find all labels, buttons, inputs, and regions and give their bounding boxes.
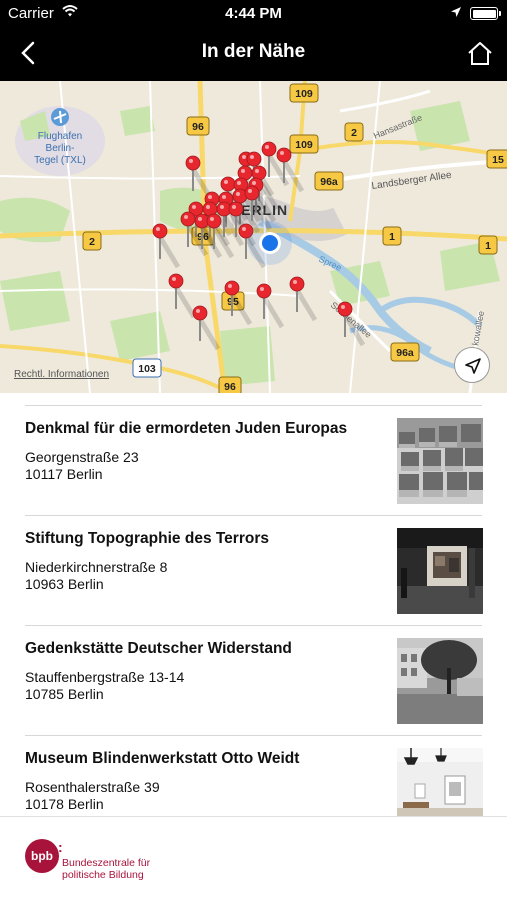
page-title: In der Nähe (201, 41, 306, 62)
list-item[interactable]: Gedenkstätte Deutscher Widerstand Stauff… (0, 625, 507, 736)
airport-label-line3: Tegel (TXL) (34, 155, 86, 166)
place-city: 10963 Berlin (25, 576, 104, 592)
map-view[interactable]: Flughafen Berlin- Tegel (TXL) Hansastraß… (0, 81, 507, 393)
airport-label-line1: Flughafen (38, 131, 82, 142)
svg-text:103: 103 (138, 363, 156, 375)
svg-text:96: 96 (224, 381, 236, 393)
place-city: 10178 Berlin (25, 796, 104, 812)
svg-text:109: 109 (295, 88, 313, 100)
place-name: Denkmal für die ermordeten Juden Europas (25, 420, 348, 437)
location-services-icon (450, 5, 462, 22)
svg-text:2: 2 (351, 127, 357, 139)
place-street: Georgenstraße 23 (25, 449, 139, 465)
place-street: Niederkirchnerstraße 8 (25, 559, 168, 575)
road-badge: 109 (289, 134, 319, 154)
svg-text:96: 96 (192, 121, 204, 133)
bpb-logo-text: Bundeszentrale für politische Bildung (62, 857, 150, 881)
place-thumbnail (397, 638, 483, 724)
road-badge: 2 (344, 122, 364, 142)
battery-tip (499, 11, 501, 16)
place-street: Rosenthalerstraße 39 (25, 779, 160, 795)
place-name: Museum Blindenwerkstatt Otto Weidt (25, 750, 300, 767)
bpb-logo-line1: Bundeszentrale für (62, 857, 151, 869)
svg-text:1: 1 (389, 231, 395, 243)
clock: 4:44 PM (225, 5, 282, 22)
road-badge: 2 (82, 231, 102, 251)
map-canvas: Flughafen Berlin- Tegel (TXL) Hansastraß… (0, 81, 507, 393)
bpb-logo-colon: : (58, 839, 63, 855)
place-name: Gedenkstätte Deutscher Widerstand (25, 640, 292, 657)
place-name: Stiftung Topographie des Terrors (25, 530, 269, 547)
airport-icon (51, 108, 69, 126)
navigation-bar: In der Nähe (0, 26, 507, 81)
svg-text:109: 109 (295, 139, 313, 151)
place-thumbnail (397, 418, 483, 504)
home-icon[interactable] (466, 40, 494, 68)
road-badge: 109 (289, 83, 319, 103)
svg-text:1: 1 (485, 240, 491, 252)
road-badge: 96 (218, 376, 242, 393)
road-badge: 96a (390, 342, 420, 362)
road-badge: 1 (382, 226, 402, 246)
airport-label-line2: Berlin- (46, 143, 75, 154)
footer: bpb : Bundeszentrale für politische Bild… (0, 816, 507, 900)
place-thumbnail (397, 528, 483, 614)
road-badge: 103 (132, 358, 162, 378)
place-city: 10785 Berlin (25, 686, 104, 702)
bpb-logo-line2: politische Bildung (62, 869, 144, 881)
location-arrow-icon[interactable] (454, 347, 490, 383)
svg-text:2: 2 (89, 236, 95, 248)
list-item[interactable]: Stiftung Topographie des Terrors Niederk… (0, 515, 507, 626)
place-street: Stauffenbergstraße 13-14 (25, 669, 185, 685)
battery-icon (470, 7, 498, 20)
road-badge: 1 (478, 235, 498, 255)
bpb-logo: bpb (25, 839, 59, 873)
svg-text:96a: 96a (396, 347, 414, 359)
status-bar: Carrier 4:44 PM (0, 0, 507, 26)
place-city: 10117 Berlin (25, 466, 103, 482)
svg-text:96a: 96a (320, 176, 338, 188)
legal-info-link[interactable]: Rechtl. Informationen (14, 369, 109, 380)
svg-text:15: 15 (492, 154, 504, 166)
user-location-dot (262, 235, 278, 251)
road-badge: 96a (314, 171, 344, 191)
road-badge: 96 (186, 116, 210, 136)
road-badge: 15 (486, 149, 507, 169)
list-item[interactable]: Denkmal für die ermordeten Juden Europas… (0, 405, 507, 516)
